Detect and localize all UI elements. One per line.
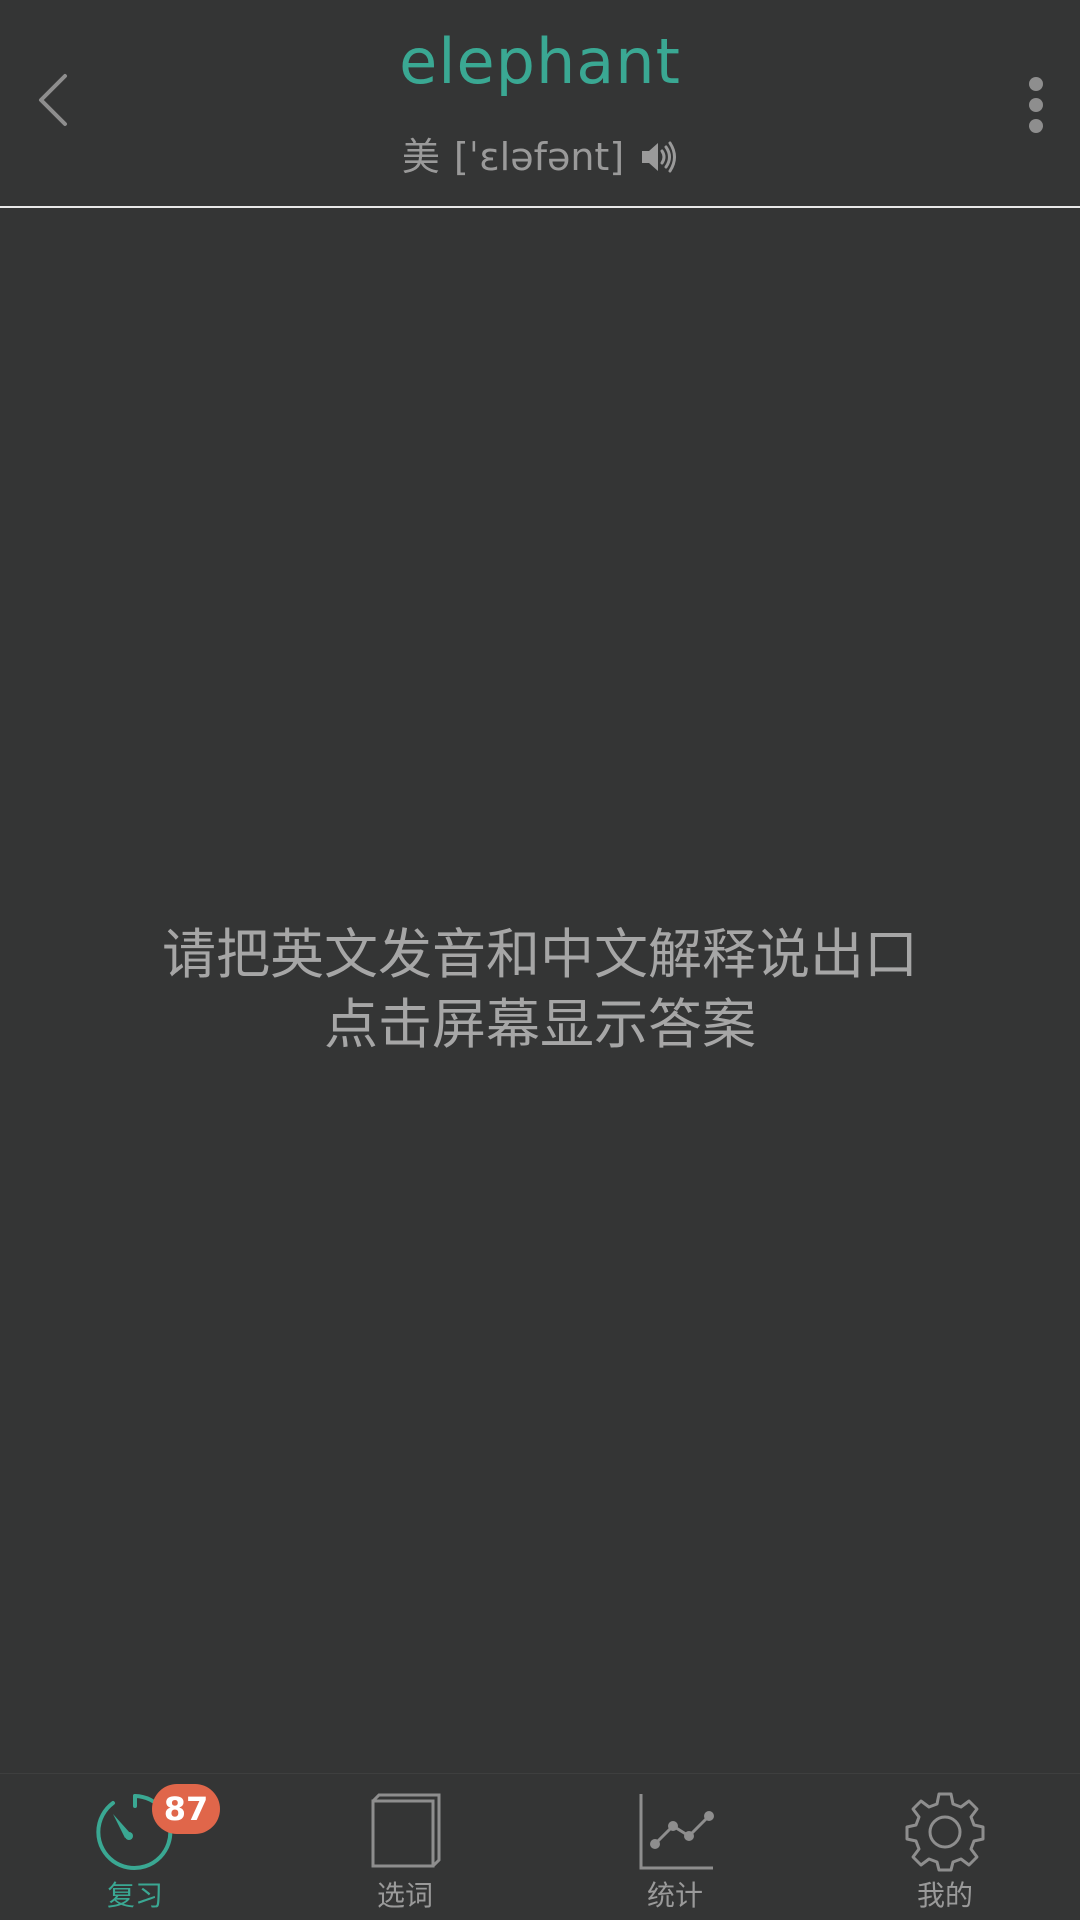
- review-instructions: 请把英文发音和中文解释说出口 点击屏幕显示答案: [0, 920, 1080, 1060]
- word-header: elephant 美 [ˈɛləfənt]: [0, 0, 1080, 208]
- play-pronunciation-button[interactable]: [638, 137, 678, 177]
- nav-label-statistics: 统计: [646, 1879, 703, 1912]
- nav-item-review[interactable]: 复习 87: [0, 1774, 270, 1920]
- bottom-navigation: 复习 87 选词 统计 我的: [0, 1773, 1080, 1920]
- phonetic-transcription: [ˈɛləfənt]: [453, 135, 625, 179]
- prompt-line-tap: 点击屏幕显示答案: [324, 993, 756, 1056]
- book-icon: [371, 1793, 441, 1868]
- nav-item-profile[interactable]: 我的: [810, 1774, 1080, 1920]
- nav-label-profile: 我的: [916, 1879, 973, 1912]
- nav-item-select-words[interactable]: 选词: [270, 1774, 540, 1920]
- more-vertical-icon: [1029, 77, 1043, 133]
- reveal-answer-area[interactable]: 请把英文发音和中文解释说出口 点击屏幕显示答案: [0, 210, 1080, 1772]
- nav-item-statistics[interactable]: 统计: [540, 1774, 810, 1920]
- gear-icon: [905, 1792, 985, 1872]
- review-count-badge: 87: [152, 1784, 220, 1834]
- nav-label-review: 复习: [106, 1879, 163, 1912]
- speaker-icon: [642, 141, 677, 173]
- prompt-line-speak: 请把英文发音和中文解释说出口: [162, 923, 918, 986]
- line-chart-icon: [639, 1794, 714, 1870]
- more-options-button[interactable]: [1006, 66, 1066, 146]
- pronunciation-region: 美: [401, 135, 440, 179]
- word-title: elephant: [399, 25, 681, 98]
- word-review-screen: elephant 美 [ˈɛləfənt] 请把英文发音和中文解释说出口 点击屏…: [0, 0, 1080, 1920]
- pronunciation-row: 美 [ˈɛləfənt]: [0, 130, 1080, 184]
- nav-label-select-words: 选词: [376, 1879, 433, 1912]
